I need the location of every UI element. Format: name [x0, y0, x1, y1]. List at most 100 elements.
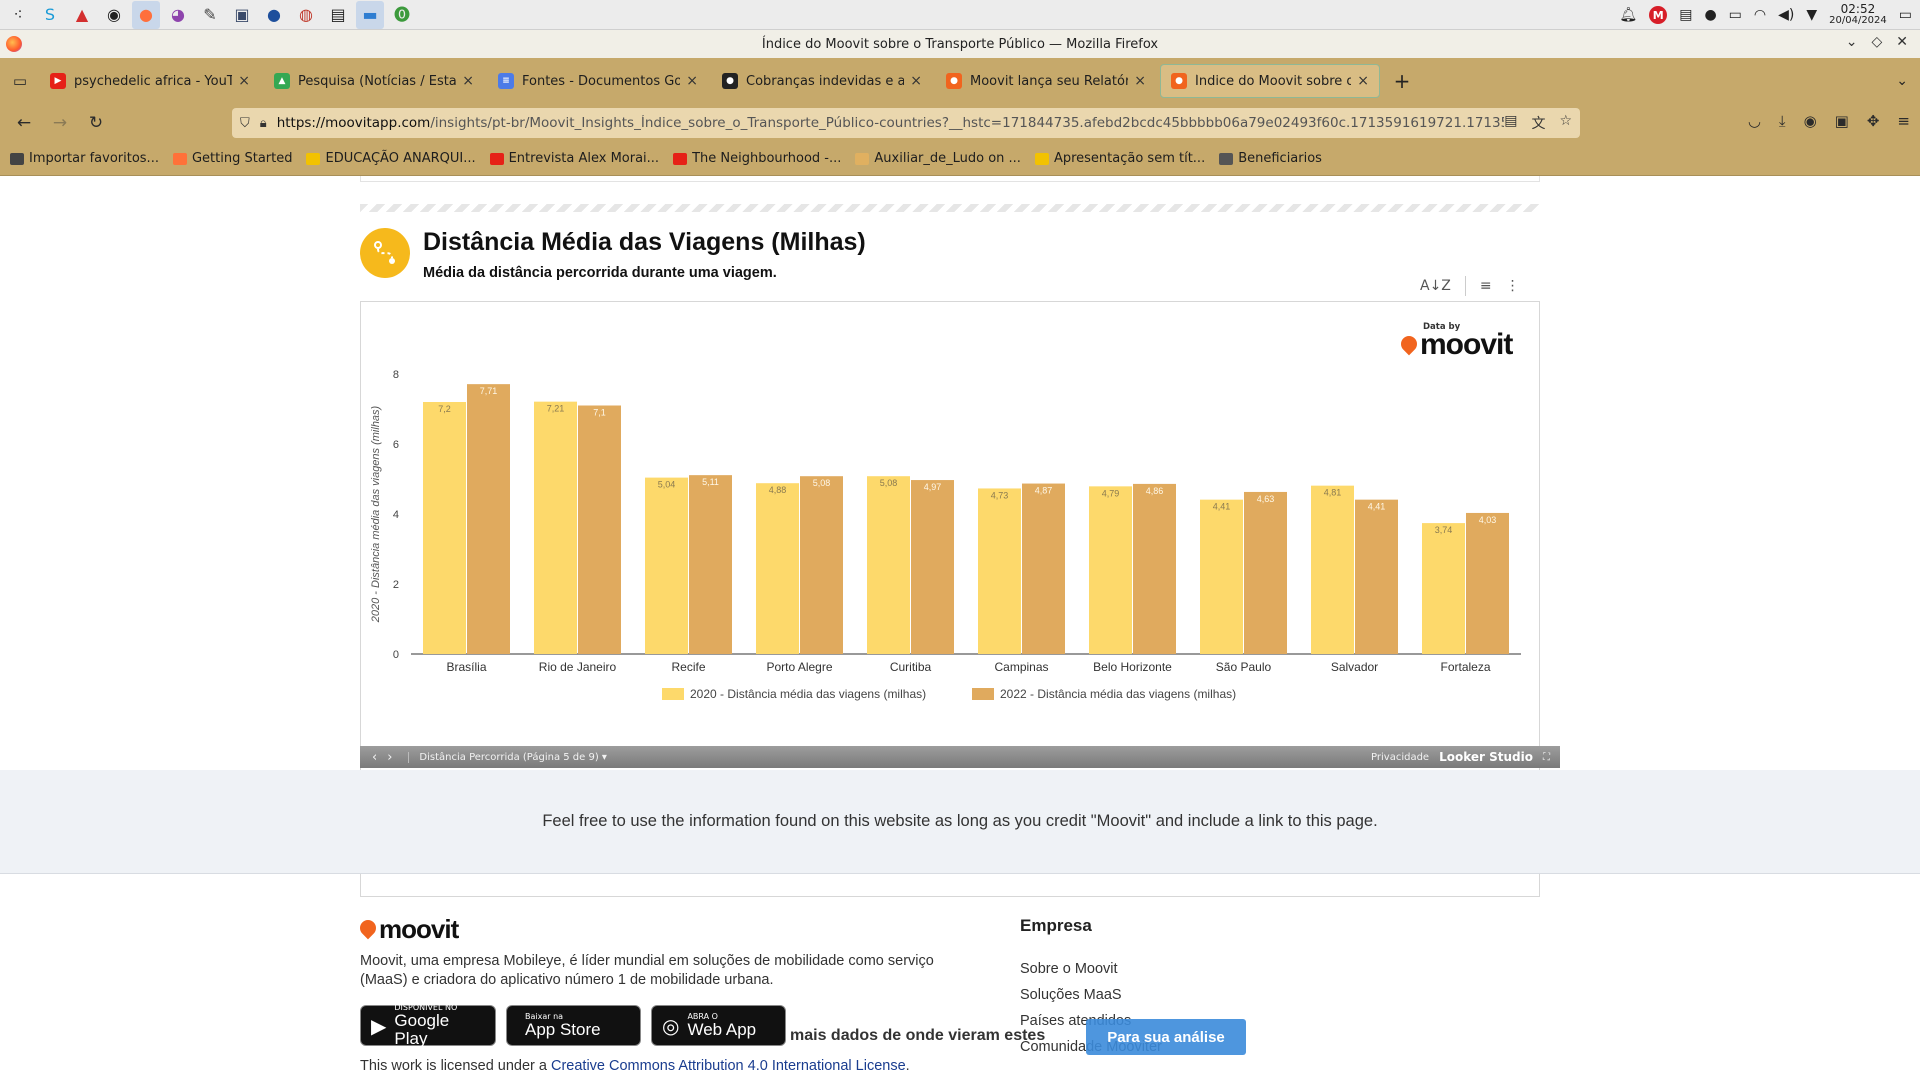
bookmark-item[interactable]: Apresentação sem tít...: [1034, 151, 1205, 166]
browser-tab[interactable]: ● Cobranças indevidas e atrasos ×: [712, 64, 932, 98]
app-store-button[interactable]: Baixar na App Store: [506, 1005, 641, 1046]
close-tab-icon[interactable]: ×: [686, 73, 698, 89]
close-tab-icon[interactable]: ×: [1134, 73, 1146, 89]
clock[interactable]: 02:52 20/04/2024: [1829, 3, 1887, 26]
extensions-puzzle-icon[interactable]: ✥: [1867, 112, 1880, 130]
page-selector[interactable]: Distância Percorrida (Página 5 de 9) ▾: [408, 751, 607, 763]
bookmark-item[interactable]: Auxiliar_de_Ludo on ...: [855, 151, 1021, 166]
translate-icon[interactable]: 文: [1531, 113, 1545, 133]
close-tab-icon[interactable]: ×: [238, 73, 250, 89]
page-nav-arrows-icon[interactable]: ‹›: [372, 750, 402, 765]
close-tab-icon[interactable]: ×: [1357, 73, 1369, 89]
bar[interactable]: [689, 475, 732, 654]
shield-icon[interactable]: ⛉: [240, 116, 250, 131]
looker-studio-link[interactable]: Looker Studio: [1439, 750, 1533, 764]
notifications-icon[interactable]: 🔔︎: [1619, 7, 1637, 23]
close-tab-icon[interactable]: ×: [910, 73, 922, 89]
close-window-icon[interactable]: ✕: [1896, 34, 1908, 50]
license-link[interactable]: Creative Commons Attribution 4.0 Interna…: [551, 1058, 906, 1074]
pocket-icon[interactable]: ◡: [1748, 112, 1761, 130]
privacy-link[interactable]: Privacidade: [1371, 752, 1429, 763]
battery-icon[interactable]: ▭: [1729, 7, 1742, 23]
bar[interactable]: [1311, 485, 1354, 654]
footer-moovit-logo[interactable]: moovit: [356, 914, 459, 945]
minimize-icon[interactable]: ⌄: [1846, 34, 1858, 50]
bar[interactable]: [645, 477, 688, 654]
browser-tab[interactable]: ≡ Fontes - Documentos Google ×: [488, 64, 708, 98]
web-app-button[interactable]: ◎ ABRA O Web App: [651, 1005, 786, 1046]
reload-icon[interactable]: ↻: [78, 113, 114, 133]
company-link[interactable]: Sobre o Moovit: [1020, 961, 1118, 977]
bookmark-item[interactable]: Importar favoritos...: [10, 151, 159, 166]
tray-expand-icon[interactable]: ▼: [1806, 7, 1817, 23]
bar[interactable]: [1466, 512, 1509, 654]
downloads-icon[interactable]: ⤓: [1779, 112, 1786, 130]
list-all-tabs-icon[interactable]: ⌄: [1896, 73, 1908, 89]
account-icon[interactable]: ◉: [1804, 112, 1817, 130]
browser-tab[interactable]: ▲ Pesquisa (Notícias / Estatísticas) ×: [264, 64, 484, 98]
bar[interactable]: [534, 401, 577, 654]
bar[interactable]: [1133, 483, 1176, 654]
bar[interactable]: [1022, 483, 1065, 654]
reader-view-icon[interactable]: ▤: [1504, 113, 1517, 133]
lightbulb-icon[interactable]: ●: [1704, 7, 1716, 23]
filter-icon[interactable]: ≡: [1480, 278, 1492, 294]
fullscreen-icon[interactable]: ⛶: [1543, 752, 1550, 763]
bar[interactable]: [1244, 491, 1287, 654]
extension-icon[interactable]: ▣: [1835, 112, 1849, 130]
s-app-icon[interactable]: S: [36, 1, 64, 29]
lock-icon[interactable]: 🔒︎: [260, 116, 267, 131]
analysis-button[interactable]: Para sua análise: [1086, 1019, 1246, 1055]
bar[interactable]: [578, 405, 621, 655]
wifi-icon[interactable]: ◠: [1754, 7, 1766, 23]
bar[interactable]: [423, 402, 466, 654]
bar[interactable]: [867, 476, 910, 654]
bookmark-item[interactable]: EDUCAÇÃO ANARQUI...: [306, 151, 476, 166]
bookmark-item[interactable]: The Neighbourhood -...: [673, 151, 841, 166]
more-options-icon[interactable]: ⋮: [1506, 278, 1520, 294]
inkscape-icon[interactable]: ✎: [196, 1, 224, 29]
app-launcher-icon[interactable]: ⁖: [4, 1, 32, 29]
bookmark-item[interactable]: Getting Started: [172, 151, 292, 166]
screenshot-app-icon[interactable]: ▤: [324, 1, 352, 29]
new-tab-button[interactable]: +: [1384, 69, 1420, 93]
chrome-icon[interactable]: ◍: [292, 1, 320, 29]
bar[interactable]: [1200, 499, 1243, 654]
blue-circle-app-icon[interactable]: ●: [260, 1, 288, 29]
address-bar[interactable]: ⛉ 🔒︎ https://moovitapp.com/insights/pt-b…: [232, 108, 1580, 138]
terminal-app-icon[interactable]: ▣: [228, 1, 256, 29]
bar[interactable]: [978, 488, 1021, 654]
bar[interactable]: [1422, 523, 1465, 654]
close-tab-icon[interactable]: ×: [462, 73, 474, 89]
file-manager-icon[interactable]: ▬: [356, 0, 384, 29]
back-icon[interactable]: ←: [6, 113, 42, 133]
volume-icon[interactable]: ◀): [1778, 7, 1794, 23]
firefox-view-icon[interactable]: ▭: [0, 72, 40, 90]
maximize-icon[interactable]: ◇: [1871, 34, 1882, 50]
sort-az-icon[interactable]: A↓Z: [1420, 278, 1451, 294]
forward-icon[interactable]: →: [42, 113, 78, 133]
bar[interactable]: [756, 483, 799, 654]
bar[interactable]: [800, 476, 843, 654]
color-app-icon[interactable]: ◕: [164, 1, 192, 29]
google-play-button[interactable]: ▶ DISPONÍVEL NO Google Play: [360, 1003, 496, 1048]
red-triangle-app-icon[interactable]: ▲: [68, 1, 96, 29]
browser-tab[interactable]: ▶ psychedelic africa - YouTube ×: [40, 64, 260, 98]
bar[interactable]: [1089, 486, 1132, 654]
firefox-icon[interactable]: ●: [132, 0, 160, 29]
bar[interactable]: [911, 480, 954, 654]
url-text[interactable]: https://moovitapp.com/insights/pt-br/Moo…: [277, 115, 1505, 131]
bookmark-item[interactable]: Entrevista Alex Morai...: [489, 151, 659, 166]
clipboard-icon[interactable]: ▤: [1679, 7, 1692, 23]
browser-tab[interactable]: ● Índice do Moovit sobre o Transporte ×: [1160, 64, 1380, 98]
mega-icon[interactable]: M: [1649, 6, 1668, 24]
bar[interactable]: [1355, 499, 1398, 654]
green-app-icon[interactable]: ⓿: [388, 1, 416, 29]
bar[interactable]: [467, 384, 510, 654]
company-link[interactable]: Soluções MaaS: [1020, 987, 1122, 1003]
show-desktop-icon[interactable]: ▭: [1899, 7, 1912, 23]
obs-icon[interactable]: ◉: [100, 1, 128, 29]
browser-tab[interactable]: ● Moovit lança seu Relatório ×: [936, 64, 1156, 98]
bookmark-star-icon[interactable]: ☆: [1559, 113, 1572, 133]
menu-icon[interactable]: ≡: [1897, 112, 1910, 130]
